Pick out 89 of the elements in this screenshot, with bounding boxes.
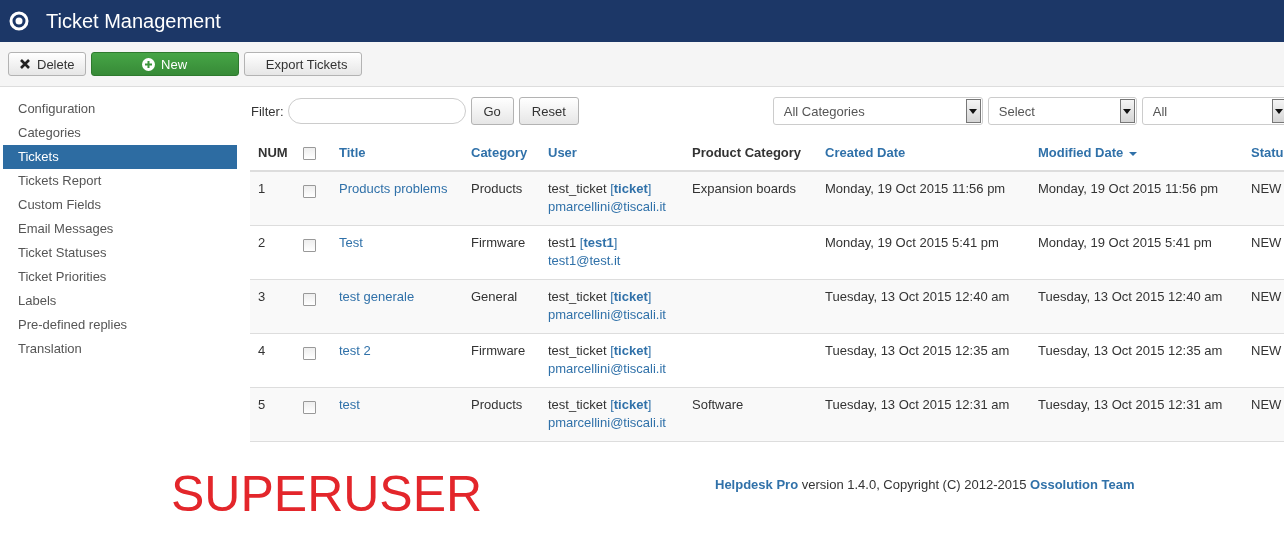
sidebar-item[interactable]: Configuration [3,97,237,121]
column-header-link[interactable]: Modified Date [1038,145,1124,160]
username-link[interactable]: [ticket] [610,397,652,412]
product-category-text: Software [692,397,744,412]
username-link[interactable]: [ticket] [610,181,652,196]
sidebar-item[interactable]: Tickets [3,145,237,169]
status-text: NEW [1251,343,1282,358]
status-text: NEW [1251,235,1282,250]
category-text: Products [471,397,523,412]
column-header: Product Category [692,145,802,160]
category-text: Firmware [471,343,526,358]
new-button[interactable]: New [90,52,239,76]
user-name: test_ticket [ticket] [548,180,653,198]
superuser-annotation: SUPERUSER [171,465,484,524]
created-date: Tuesday, 13 Oct 2015 12:35 am [825,343,1010,358]
row-checkbox[interactable] [303,401,316,414]
row-number: 4 [258,343,266,358]
plus-circle-icon [142,57,156,71]
row-number: 1 [258,181,266,196]
go-button[interactable]: Go [470,97,514,125]
column-header-link[interactable]: Title [339,145,366,160]
category-text: Products [471,181,523,196]
sidebar-item[interactable]: Translation [3,337,237,361]
created-date: Tuesday, 13 Oct 2015 12:31 am [825,397,1010,412]
export-button[interactable]: Export Tickets [243,52,362,76]
product-category-text: Expansion boards [692,181,797,196]
username-link[interactable]: [ticket] [610,289,652,304]
modified-date: Tuesday, 13 Oct 2015 12:35 am [1038,343,1223,358]
filter-dropdown[interactable]: All Categories [772,97,983,125]
modified-date: Monday, 19 Oct 2015 5:41 pm [1038,235,1212,250]
row-number: 2 [258,235,266,250]
sidebar-item[interactable]: Tickets Report [3,169,237,193]
ticket-title-link[interactable]: Test [339,235,363,250]
row-checkbox[interactable] [303,347,316,360]
filter-dropdown[interactable]: Select [987,97,1137,125]
sidebar-item[interactable]: Categories [3,121,237,145]
close-icon [19,58,31,70]
row-number: 3 [258,289,266,304]
sidebar-item[interactable]: Labels [3,289,237,313]
sidebar-item[interactable]: Pre-defined replies [3,313,237,337]
email-link[interactable]: pmarcellini@tiscali.it [548,198,676,216]
username-link[interactable]: [test1] [579,235,618,250]
user-name: test_ticket [ticket] [548,396,653,414]
delete-button[interactable]: Delete [8,52,86,76]
modified-date: Monday, 19 Oct 2015 11:56 pm [1038,181,1219,196]
modified-date: Tuesday, 13 Oct 2015 12:40 am [1038,289,1223,304]
username-link[interactable]: [ticket] [610,343,652,358]
email-link[interactable]: pmarcellini@tiscali.it [548,306,676,324]
status-text: NEW [1251,289,1282,304]
select-all-checkbox[interactable] [303,146,316,160]
column-header: NUM [258,145,288,160]
status-text: NEW [1251,181,1282,196]
status-text: NEW [1251,397,1282,412]
row-checkbox[interactable] [303,239,316,252]
filter-dropdown[interactable]: All [1141,97,1284,125]
filter-field[interactable] [287,98,466,124]
window-title: Ticket Management [46,9,221,33]
category-text: Firmware [471,235,526,250]
sidebar-item[interactable]: Custom Fields [3,193,237,217]
user-name: test1 [test1] [548,234,619,252]
row-checkbox[interactable] [303,293,316,306]
team-link[interactable]: Ossolution Team [1030,477,1135,492]
copyright-notice: Helpdesk Pro version 1.4.0, Copyright (C) 2012-2015 Ossolution Team [715,477,1135,492]
created-date: Tuesday, 13 Oct 2015 12:40 am [825,289,1010,304]
email-link[interactable]: pmarcellini@tiscali.it [548,360,676,378]
filter-label: Filter: [251,103,284,119]
created-date: Monday, 19 Oct 2015 5:41 pm [825,235,999,250]
user-name: test_ticket [ticket] [548,288,653,306]
ticket-title-link[interactable]: test generale [339,289,415,304]
ticket-title-link[interactable]: test 2 [339,343,371,358]
user-name: test_ticket [ticket] [548,342,653,360]
column-header-link[interactable]: Created Date [825,145,906,160]
email-link[interactable]: test1@test.it [548,252,676,270]
column-header-link[interactable]: Statu [1251,145,1284,160]
created-date: Monday, 19 Oct 2015 11:56 pm [825,181,1006,196]
column-header-link[interactable]: Category [471,145,528,160]
row-number: 5 [258,397,266,412]
circle-dot-icon [9,11,29,31]
sidebar-item[interactable]: Email Messages [3,217,237,241]
sidebar-item[interactable]: Ticket Priorities [3,265,237,289]
modified-date: Tuesday, 13 Oct 2015 12:31 am [1038,397,1223,412]
product-link[interactable]: Helpdesk Pro [715,477,799,492]
ticket-title-link[interactable]: test [339,397,360,412]
reset-button[interactable]: Reset [518,97,579,125]
column-header-link[interactable]: User [548,145,577,160]
sidebar-item[interactable]: Ticket Statuses [3,241,237,265]
row-checkbox[interactable] [303,185,316,198]
category-text: General [471,289,518,304]
email-link[interactable]: pmarcellini@tiscali.it [548,414,676,432]
